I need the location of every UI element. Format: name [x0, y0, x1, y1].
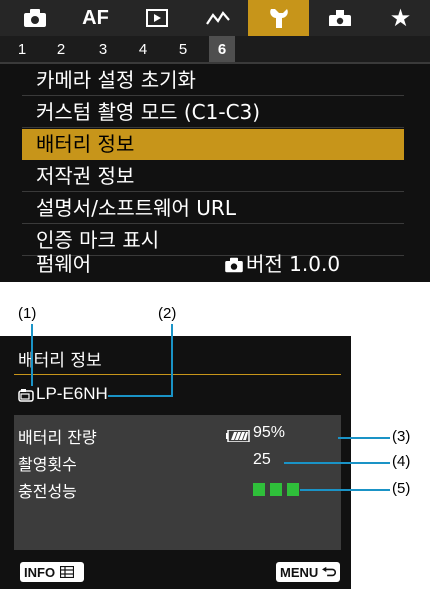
menu-item-firmware[interactable]: 펌웨어 버전 1.0.0 — [22, 249, 404, 280]
camera-icon — [225, 257, 243, 272]
camera-body-icon — [18, 389, 34, 402]
tab-playback[interactable] — [126, 0, 187, 36]
subtab-5[interactable]: 5 — [173, 36, 193, 64]
callout-2-leader — [171, 324, 173, 396]
recharge-performance-bar — [253, 483, 265, 496]
subtab-1[interactable]: 1 — [12, 36, 32, 64]
menu-item-manual-software-url[interactable]: 설명서/소프트웨어 URL — [22, 193, 404, 224]
camera-menu-screen: AF ★ 1 2 3 4 5 6 카메라 설정 초기화 커스텀 촬영 모드 (C… — [0, 0, 430, 282]
wave-icon — [205, 11, 230, 25]
subtab-6[interactable]: 6 — [209, 36, 235, 64]
menu-subtab-bar: 1 2 3 4 5 6 — [0, 36, 430, 64]
subtab-3[interactable]: 3 — [93, 36, 113, 64]
remaining-capacity-value: 95% — [253, 424, 286, 441]
tab-af[interactable]: AF — [65, 0, 126, 36]
custom-function-icon — [328, 10, 351, 28]
menu-item-label: 펌웨어 — [36, 252, 92, 276]
menu-button-label: MENU — [280, 564, 319, 580]
menu-item-label: 저작권 정보 — [36, 164, 135, 188]
remaining-capacity-label: 배터리 잔량 — [18, 428, 97, 447]
tab-creative[interactable] — [187, 0, 248, 36]
menu-item-label: 배터리 정보 — [36, 132, 135, 156]
title-divider — [14, 374, 341, 375]
subtab-2[interactable]: 2 — [51, 36, 71, 64]
recharge-performance-label: 충전성능 — [18, 482, 77, 501]
info-button[interactable]: INFO — [20, 562, 84, 582]
info-grid-icon — [60, 566, 75, 578]
subtab-divider — [0, 62, 430, 64]
battery-level-icon — [226, 430, 250, 442]
recharge-performance-bar — [287, 483, 299, 496]
callout-4-leader — [284, 462, 390, 464]
callout-2: (2) — [158, 305, 177, 322]
callout-2-leader-h — [108, 395, 173, 397]
subtab-4[interactable]: 4 — [133, 36, 153, 64]
info-button-label: INFO — [24, 564, 56, 580]
callout-3-leader — [338, 437, 390, 439]
playback-icon — [145, 9, 168, 27]
firmware-version-value: 버전 1.0.0 — [224, 249, 340, 280]
menu-item-reset-camera[interactable]: 카메라 설정 초기화 — [22, 65, 404, 96]
recharge-performance-bar — [270, 483, 282, 496]
callout-4: (4) — [392, 453, 411, 470]
shutter-count-label: 촬영횟수 — [18, 455, 77, 474]
tab-shooting[interactable] — [4, 0, 65, 36]
menu-tab-bar: AF ★ — [0, 0, 430, 36]
return-icon — [322, 566, 336, 577]
star-icon: ★ — [389, 4, 412, 32]
menu-item-label: 카메라 설정 초기화 — [36, 68, 196, 92]
menu-item-battery-info[interactable]: 배터리 정보 — [22, 129, 404, 160]
callout-5: (5) — [392, 480, 411, 497]
callout-5-leader — [300, 489, 390, 491]
tab-setup[interactable] — [248, 0, 309, 36]
menu-back-button[interactable]: MENU — [276, 562, 340, 582]
callout-3: (3) — [392, 428, 411, 445]
battery-model: LP-E6NH — [36, 384, 108, 403]
shutter-count-value: 25 — [253, 451, 271, 468]
tab-af-label: AF — [82, 6, 109, 29]
tab-my-menu[interactable]: ★ — [370, 0, 430, 36]
firmware-version-text: 버전 1.0.0 — [246, 252, 341, 276]
menu-item-label: 커스텀 촬영 모드 (C1-C3) — [36, 100, 261, 124]
menu-item-custom-shooting-mode[interactable]: 커스텀 촬영 모드 (C1-C3) — [22, 97, 404, 128]
menu-item-label: 설명서/소프트웨어 URL — [36, 196, 236, 220]
callout-1: (1) — [18, 305, 37, 322]
callout-1-leader — [31, 324, 33, 386]
tab-custom-functions[interactable] — [309, 0, 370, 36]
wrench-icon — [269, 9, 288, 28]
camera-icon — [23, 9, 46, 27]
menu-item-copyright-info[interactable]: 저작권 정보 — [22, 161, 404, 192]
